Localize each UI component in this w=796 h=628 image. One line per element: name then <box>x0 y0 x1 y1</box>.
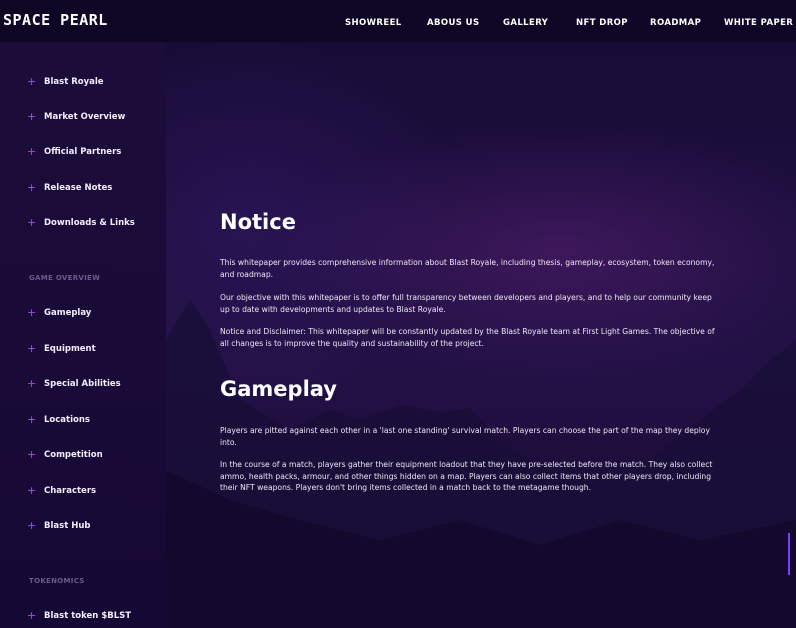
top-header: SPACE PEARL SHOWREEL ABOUS US GALLERY NF… <box>0 0 796 42</box>
sidebar-item-blast-token[interactable]: + Blast token $BLST <box>27 609 131 623</box>
sidebar-item-label: Special Abilities <box>44 379 121 389</box>
gameplay-paragraph-1: Players are pitted against each other in… <box>220 426 710 447</box>
sidebar-item-release-notes[interactable]: + Release Notes <box>27 181 112 195</box>
notice-paragraph-1: This whitepaper provides comprehensive i… <box>220 258 715 279</box>
nav-roadmap[interactable]: ROADMAP <box>650 18 701 28</box>
sidebar-item-label: Official Partners <box>44 147 122 157</box>
sidebar-item-equipment[interactable]: + Equipment <box>27 342 96 356</box>
sidebar-item-downloads-links[interactable]: + Downloads & Links <box>27 216 135 230</box>
plus-icon: + <box>27 181 37 194</box>
sidebar-item-label: Blast Hub <box>44 521 91 531</box>
notice-heading: Notice <box>220 210 296 234</box>
sidebar-item-locations[interactable]: + Locations <box>27 413 90 427</box>
sidebar-item-label: Equipment <box>44 344 96 354</box>
plus-icon: + <box>27 484 37 497</box>
nav-nft-drop[interactable]: NFT DROP <box>576 18 628 28</box>
scrollbar-thumb[interactable] <box>788 533 790 575</box>
sidebar-item-market-overview[interactable]: + Market Overview <box>27 110 125 124</box>
section-heading-game-overview: GAME OVERVIEW <box>29 274 101 282</box>
sidebar-item-official-partners[interactable]: + Official Partners <box>27 145 121 159</box>
sidebar-item-label: Blast token $BLST <box>44 611 132 621</box>
section-heading-tokenomics: TOKENOMICS <box>29 577 85 585</box>
sidebar-item-label: Blast Royale <box>44 77 104 87</box>
plus-icon: + <box>27 448 37 461</box>
plus-icon: + <box>27 306 37 319</box>
site-logo[interactable]: SPACE PEARL <box>3 11 108 29</box>
plus-icon: + <box>27 342 37 355</box>
plus-icon: + <box>27 377 37 390</box>
sidebar-item-label: Locations <box>44 415 90 425</box>
sidebar-item-competition[interactable]: + Competition <box>27 448 103 462</box>
nav-white-paper[interactable]: WHITE PAPER <box>724 18 793 28</box>
sidebar-item-blast-hub[interactable]: + Blast Hub <box>27 519 90 533</box>
notice-paragraph-2: Our objective with this whitepaper is to… <box>220 293 712 314</box>
plus-icon: + <box>27 145 37 158</box>
plus-icon: + <box>27 110 37 123</box>
nav-showreel[interactable]: SHOWREEL <box>345 18 402 28</box>
nav-gallery[interactable]: GALLERY <box>503 18 548 28</box>
nav-about-us[interactable]: ABOUS US <box>427 18 480 28</box>
sidebar-item-gameplay[interactable]: + Gameplay <box>27 306 91 320</box>
sidebar-item-label: Downloads & Links <box>44 218 135 228</box>
sidebar-item-label: Market Overview <box>44 112 126 122</box>
plus-icon: + <box>27 413 37 426</box>
plus-icon: + <box>27 609 37 622</box>
sidebar-item-label: Gameplay <box>44 308 92 318</box>
plus-icon: + <box>27 216 37 229</box>
sidebar: + Blast Royale + Market Overview + Official… <box>0 42 166 628</box>
sidebar-item-label: Characters <box>44 486 97 496</box>
notice-paragraph-3: Notice and Disclaimer: This whitepaper w… <box>220 327 715 348</box>
sidebar-item-label: Release Notes <box>44 183 113 193</box>
sidebar-item-special-abilities[interactable]: + Special Abilities <box>27 377 121 391</box>
gameplay-heading: Gameplay <box>220 377 337 401</box>
gameplay-paragraph-2: In the course of a match, players gather… <box>220 460 713 492</box>
sidebar-item-blast-royale[interactable]: + Blast Royale <box>27 75 104 89</box>
plus-icon: + <box>27 519 37 532</box>
sidebar-item-label: Competition <box>44 450 103 460</box>
plus-icon: + <box>27 75 37 88</box>
sidebar-item-characters[interactable]: + Characters <box>27 484 96 498</box>
